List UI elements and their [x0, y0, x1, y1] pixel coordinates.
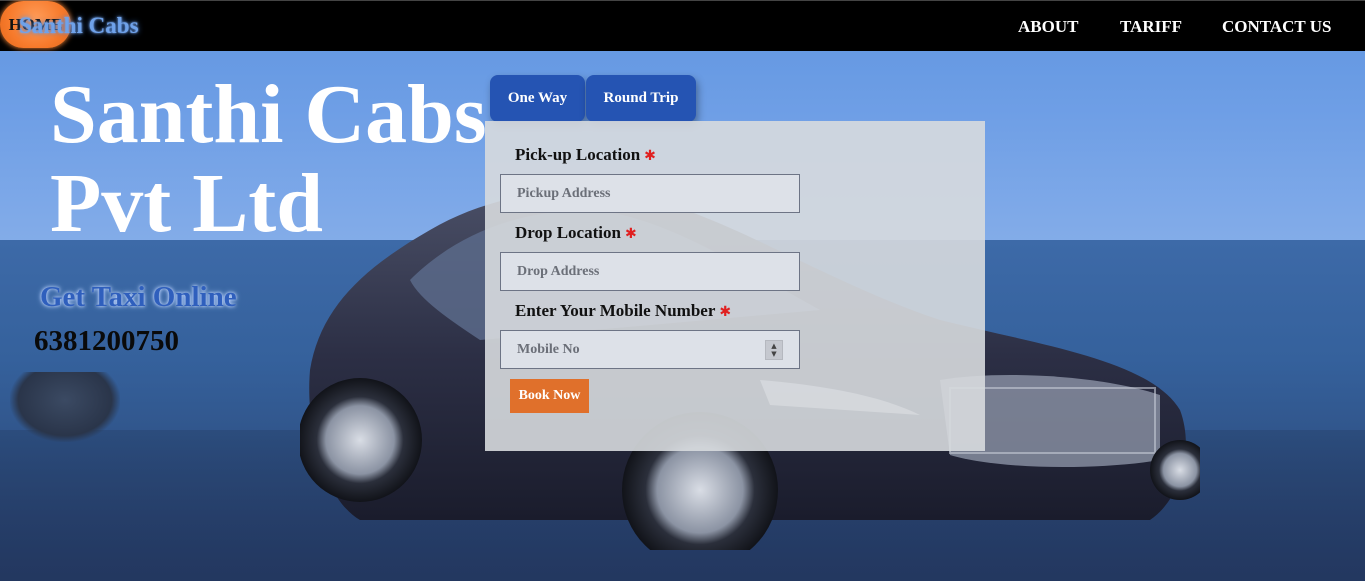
required-asterisk-icon: ✱ — [624, 226, 637, 242]
nav-contact-link[interactable]: CONTACT US — [1222, 17, 1331, 37]
drop-input[interactable] — [500, 252, 800, 291]
pickup-input[interactable] — [500, 174, 800, 213]
hero-phone: 6381200750 — [34, 325, 179, 357]
mobile-label: Enter Your Mobile Number ✱ — [515, 301, 731, 321]
nav-about-link[interactable]: ABOUT — [1018, 17, 1078, 37]
spinner-down-icon[interactable]: ▼ — [771, 350, 776, 358]
nav-tariff-link[interactable]: TARIFF — [1120, 17, 1182, 37]
number-spinner[interactable]: ▲ ▼ — [765, 340, 783, 360]
spinner-up-icon[interactable]: ▲ — [771, 342, 776, 350]
drop-label-text: Drop Location — [515, 223, 621, 242]
pickup-label: Pick-up Location ✱ — [515, 145, 656, 165]
hero-title: Santhi Cabs Pvt Ltd — [50, 68, 487, 250]
tab-one-way[interactable]: One Way — [490, 75, 585, 122]
brand-logo[interactable]: Santhi Cabs — [19, 13, 139, 39]
hero-subtitle: Get Taxi Online — [40, 281, 237, 313]
navbar: Santhi Cabs HOME ABOUT TARIFF CONTACT US — [0, 0, 1365, 51]
book-now-button[interactable]: Book Now — [510, 379, 589, 413]
pickup-label-text: Pick-up Location — [515, 145, 641, 164]
required-asterisk-icon: ✱ — [644, 148, 656, 164]
booking-form: Pick-up Location✱ Drop Location✱ Enter Y… — [485, 121, 985, 451]
drop-label: Drop Location ✱ — [515, 223, 637, 243]
mobile-label-text: Enter Your Mobile Number — [515, 301, 716, 320]
bollard — [10, 372, 120, 442]
required-asterisk-icon: ✱ — [719, 304, 732, 320]
tab-round-trip[interactable]: Round Trip — [586, 75, 696, 122]
mobile-input[interactable] — [500, 330, 800, 369]
